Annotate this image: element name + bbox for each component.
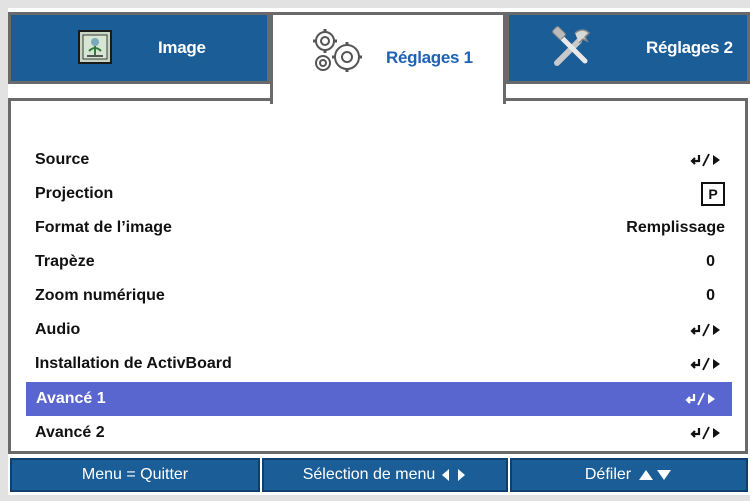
menu-row-label: Audio bbox=[35, 321, 81, 338]
menu-row-value: 0 bbox=[706, 287, 715, 304]
footer-scroll[interactable]: Défiler bbox=[510, 458, 748, 492]
up-down-arrows-icon bbox=[637, 468, 673, 482]
footer-quit-label: Menu = Quitter bbox=[81, 466, 189, 483]
tab-reglages-2-label: Réglages 2 bbox=[646, 38, 733, 57]
menu-row-label: Projection bbox=[35, 185, 114, 202]
left-right-arrows-icon bbox=[441, 468, 467, 482]
footer-scroll-label: Défiler bbox=[584, 466, 632, 483]
menu-row-format[interactable]: Format de l’image Remplissage bbox=[35, 211, 725, 245]
menu-row-avance-1[interactable]: Avancé 1 bbox=[26, 382, 732, 416]
menu-row-value: 0 bbox=[706, 253, 715, 270]
tab-reglages-1-label: Réglages 1 bbox=[386, 48, 473, 67]
menu-row-trapeze[interactable]: Trapèze 0 bbox=[35, 245, 725, 279]
enter-right-icon bbox=[684, 390, 720, 408]
enter-right-icon bbox=[689, 424, 725, 442]
image-icon bbox=[73, 27, 117, 67]
menu-row-label: Installation de ActivBoard bbox=[35, 355, 232, 372]
enter-right-icon bbox=[689, 151, 725, 169]
tab-reglages-1[interactable]: Réglages 1 bbox=[270, 12, 506, 104]
gears-icon bbox=[309, 27, 367, 75]
footer-quit[interactable]: Menu = Quitter bbox=[10, 458, 260, 492]
menu-row-zoom[interactable]: Zoom numérique 0 bbox=[35, 279, 725, 313]
tab-image-label: Image bbox=[158, 38, 206, 57]
menu-row-label: Zoom numérique bbox=[35, 287, 165, 304]
tools-icon bbox=[549, 25, 595, 71]
tab-reglages-2[interactable]: Réglages 2 bbox=[506, 12, 750, 84]
menu-row-label: Format de l’image bbox=[35, 219, 172, 236]
menu-row-source[interactable]: Source bbox=[35, 143, 725, 177]
menu-row-activboard[interactable]: Installation de ActivBoard bbox=[35, 347, 725, 381]
footer-select-label: Sélection de menu bbox=[302, 466, 436, 483]
menu-row-label: Avancé 1 bbox=[36, 390, 106, 407]
menu-row-label: Source bbox=[35, 151, 90, 168]
menu-row-audio[interactable]: Audio bbox=[35, 313, 725, 347]
enter-right-icon bbox=[689, 321, 725, 339]
projection-mode-badge: P bbox=[701, 182, 725, 206]
enter-right-icon bbox=[689, 355, 725, 373]
menu-row-value: Remplissage bbox=[626, 219, 725, 236]
menu-row-avance-2[interactable]: Avancé 2 bbox=[35, 416, 725, 450]
tab-image[interactable]: Image bbox=[8, 12, 270, 84]
menu-row-label: Trapèze bbox=[35, 253, 95, 270]
footer-menu-select[interactable]: Sélection de menu bbox=[262, 458, 508, 492]
menu-row-label: Avancé 2 bbox=[35, 424, 105, 441]
menu-row-projection[interactable]: Projection P bbox=[35, 177, 725, 211]
